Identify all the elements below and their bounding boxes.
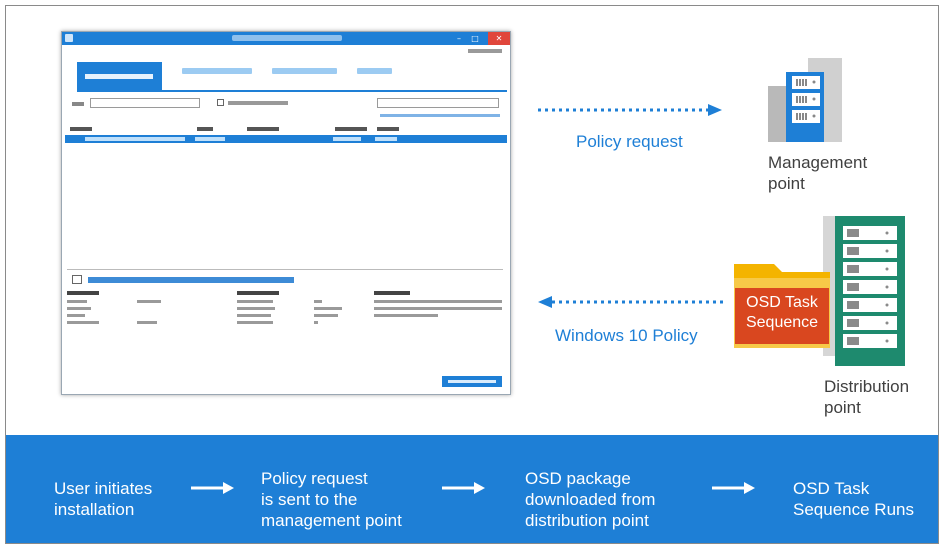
details-requirements-heading xyxy=(237,291,279,295)
windows10-policy-label: Windows 10 Policy xyxy=(555,326,698,345)
filter-label xyxy=(72,102,84,106)
step3-line1: OSD package xyxy=(525,469,631,488)
table-row-selected[interactable] xyxy=(65,135,507,143)
install-selected-button[interactable] xyxy=(442,376,502,387)
details-field xyxy=(67,300,87,303)
details-divider xyxy=(67,269,503,270)
step1-line2: installation xyxy=(54,500,135,519)
management-point-label-line1: Management xyxy=(768,153,868,172)
description-text xyxy=(374,314,438,317)
tab-installation-status[interactable] xyxy=(182,68,252,74)
osd-task-sequence-box: OSD Task Sequence xyxy=(735,288,829,344)
arrow-right-policy-request xyxy=(538,104,722,116)
osd-label-line2: Sequence xyxy=(745,314,819,331)
row-status xyxy=(375,137,397,141)
description-text xyxy=(374,307,502,310)
details-field xyxy=(237,307,275,310)
step-policy-request-sent: Policy request is sent to the management… xyxy=(261,468,402,531)
step3-line3: distribution point xyxy=(525,511,649,530)
package-icon xyxy=(72,275,82,284)
tab-available-software[interactable] xyxy=(77,62,162,90)
osd-label-line1: OSD Task xyxy=(746,294,818,311)
column-type[interactable] xyxy=(197,127,213,131)
step-user-initiates: User initiates installation xyxy=(54,478,152,520)
distribution-point-label-line2: point xyxy=(824,398,861,417)
management-server-icon xyxy=(768,58,842,142)
details-title xyxy=(88,277,294,283)
search-input[interactable] xyxy=(377,98,499,108)
step4-line1: OSD Task xyxy=(793,479,870,498)
column-name[interactable] xyxy=(70,127,92,131)
window-titlebar: – □ ✕ xyxy=(62,32,510,45)
details-field xyxy=(67,314,85,317)
policy-request-label: Policy request xyxy=(576,132,683,151)
tab-options[interactable] xyxy=(357,68,392,74)
details-value xyxy=(137,321,157,324)
step1-line1: User initiates xyxy=(54,479,153,498)
step2-line1: Policy request xyxy=(261,469,368,488)
step2-line3: management point xyxy=(261,511,402,530)
column-available[interactable] xyxy=(335,127,367,131)
distribution-point-label-line1: Distribution xyxy=(824,377,910,396)
window-title xyxy=(232,35,342,41)
step-arrow-icon xyxy=(442,482,485,494)
maximize-icon[interactable]: □ xyxy=(468,32,482,45)
user-info xyxy=(468,49,502,53)
diagram-frame: – □ ✕ Policy request Management point OS… xyxy=(5,5,939,544)
details-field xyxy=(67,307,91,310)
step-osd-package-downloaded: OSD package downloaded from distribution… xyxy=(525,468,655,531)
details-value xyxy=(137,300,161,303)
minimize-icon[interactable]: – xyxy=(452,32,466,45)
management-point-label-line2: point xyxy=(768,174,805,193)
distribution-server-icon xyxy=(823,216,905,366)
tab-strip xyxy=(72,62,502,90)
filter-row xyxy=(72,98,504,110)
details-field xyxy=(237,300,273,303)
details-description-heading xyxy=(374,291,410,295)
tab-underline xyxy=(77,90,507,92)
step2-line2: is sent to the xyxy=(261,490,358,509)
step-osd-task-sequence-runs: OSD Task Sequence Runs xyxy=(793,478,914,520)
software-center-window: – □ ✕ xyxy=(61,31,511,395)
column-status[interactable] xyxy=(377,127,399,131)
details-field xyxy=(237,314,271,317)
details-field xyxy=(237,321,273,324)
distribution-point-label: Distribution point xyxy=(824,376,909,418)
optional-software-checkbox[interactable] xyxy=(217,99,224,106)
step3-line2: downloaded from xyxy=(525,490,656,509)
details-value xyxy=(314,314,338,317)
description-text xyxy=(374,300,502,303)
close-icon[interactable]: ✕ xyxy=(488,32,510,45)
search-options-link[interactable] xyxy=(380,114,500,117)
details-overview-heading xyxy=(67,291,99,295)
details-field xyxy=(67,321,99,324)
filter-dropdown[interactable] xyxy=(90,98,200,108)
process-steps-banner: User initiates installation Policy reque… xyxy=(6,435,938,543)
step-arrow-icon xyxy=(191,482,234,494)
tab-installed-software[interactable] xyxy=(272,68,337,74)
step-arrow-icon xyxy=(712,482,755,494)
details-value xyxy=(314,307,342,310)
details-value xyxy=(314,321,318,324)
row-type xyxy=(195,137,225,141)
optional-software-label xyxy=(228,101,288,105)
management-point-label: Management point xyxy=(768,152,867,194)
details-value xyxy=(314,300,322,303)
arrow-left-windows10-policy xyxy=(538,296,726,308)
row-name xyxy=(85,137,185,141)
app-icon xyxy=(65,34,73,42)
row-available xyxy=(333,137,361,141)
table-header xyxy=(67,125,505,133)
column-publisher[interactable] xyxy=(247,127,279,131)
step4-line2: Sequence Runs xyxy=(793,500,914,519)
